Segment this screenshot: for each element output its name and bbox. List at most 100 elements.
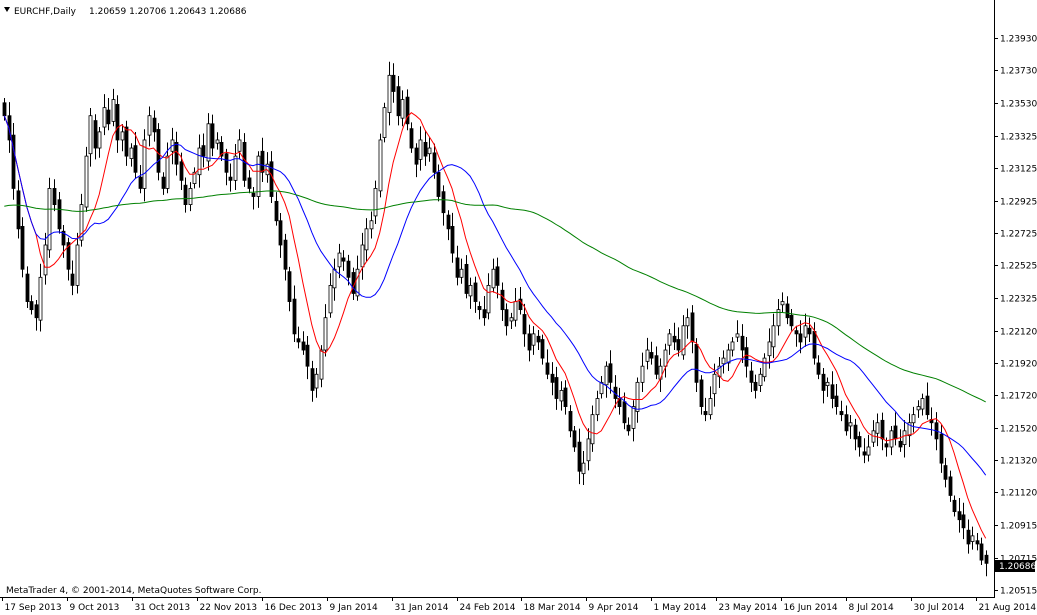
candle-body xyxy=(414,147,419,165)
candle-body xyxy=(427,147,432,155)
candle-body xyxy=(568,411,573,432)
time-tick-label: 21 Aug 2014 xyxy=(979,603,1037,613)
candle-body xyxy=(721,357,726,365)
candle-body xyxy=(631,406,636,429)
candle-body xyxy=(29,301,34,311)
candle-body xyxy=(491,268,496,289)
candle-body xyxy=(188,188,193,206)
time-tick-label: 16 Dec 2013 xyxy=(265,603,323,613)
candle-body xyxy=(332,268,337,289)
candle-body xyxy=(527,333,532,351)
candle-body xyxy=(961,514,966,529)
candle-body xyxy=(749,370,754,383)
candle-body xyxy=(391,74,396,92)
price-chart[interactable]: 1.23930 1.23730 1.23530 1.23325 1.23125 1.229… xyxy=(0,0,1037,615)
price-tick-label: 1.23325 xyxy=(1000,133,1037,143)
candle-body xyxy=(667,333,672,346)
candle-body xyxy=(283,239,288,270)
candle-body xyxy=(550,373,555,383)
candle-body xyxy=(513,301,518,321)
candle-body xyxy=(70,273,75,286)
time-tick-label: 9 Oct 2013 xyxy=(70,603,120,613)
candle-body xyxy=(640,365,645,383)
candle-body xyxy=(902,430,907,445)
time-tick-label: 16 Jun 2014 xyxy=(784,603,838,613)
candle-body xyxy=(206,123,211,162)
candle-body xyxy=(57,199,62,230)
time-tick-label: 24 Feb 2014 xyxy=(460,603,516,613)
candle-body xyxy=(789,314,794,327)
candle-body xyxy=(292,298,297,335)
candle-body xyxy=(875,422,880,434)
candle-body xyxy=(432,152,437,173)
candle-body xyxy=(120,131,125,141)
candle-body xyxy=(825,381,830,386)
candle-body xyxy=(446,214,451,230)
candle-body xyxy=(531,333,536,346)
candle-body xyxy=(97,131,102,149)
candle-body xyxy=(274,200,279,222)
candle-body xyxy=(228,176,233,181)
candle-body xyxy=(436,171,441,197)
time-tick-label: 22 Nov 2013 xyxy=(200,603,258,613)
candle-body xyxy=(111,99,116,122)
candle-body xyxy=(948,476,953,496)
candle-body xyxy=(758,373,763,386)
candle-body xyxy=(310,368,315,391)
candle-body xyxy=(522,314,527,335)
candle-body xyxy=(495,266,500,286)
candle-body xyxy=(387,74,392,113)
candle-body xyxy=(152,117,157,133)
candle-body xyxy=(20,226,25,270)
candle-body xyxy=(102,107,107,128)
candle-body xyxy=(129,147,134,159)
candle-body xyxy=(622,401,627,424)
candle-body xyxy=(341,257,346,262)
candle-body xyxy=(346,260,351,278)
price-tick-label: 1.23930 xyxy=(1000,35,1037,45)
candle-body xyxy=(645,349,650,362)
price-tick-label: 1.23125 xyxy=(1000,165,1037,175)
candle-body xyxy=(224,153,229,173)
candle-body xyxy=(581,462,586,475)
copyright-label: MetaTrader 4, © 2001-2014, MetaQuotes So… xyxy=(6,586,262,596)
candle-body xyxy=(369,220,374,230)
candle-body xyxy=(378,139,383,192)
candle-body xyxy=(694,343,699,383)
candle-body xyxy=(816,362,821,375)
candle-body xyxy=(735,333,740,338)
candle-body xyxy=(201,145,206,157)
price-tick-label: 1.21720 xyxy=(1000,392,1037,402)
candle-body xyxy=(649,352,654,359)
candle-body xyxy=(509,317,514,322)
time-tick-label: 23 May 2014 xyxy=(719,603,778,613)
candle-body xyxy=(857,436,862,448)
price-tick-label: 1.22525 xyxy=(1000,262,1037,272)
candle-body xyxy=(970,535,975,542)
price-tick-label: 1.21320 xyxy=(1000,457,1037,467)
candle-body xyxy=(862,451,867,456)
candle-body xyxy=(210,123,215,149)
candle-body xyxy=(672,335,677,343)
candle-body xyxy=(75,244,80,286)
price-tick-label: 1.21920 xyxy=(1000,360,1037,370)
candle-body xyxy=(477,306,482,311)
candle-body xyxy=(301,341,306,351)
candle-body xyxy=(595,398,600,416)
candle-body xyxy=(834,395,839,407)
candle-body xyxy=(323,317,328,351)
candle-body xyxy=(880,419,885,440)
candle-body xyxy=(730,341,735,351)
candle-body xyxy=(165,155,170,189)
ohlc-label: 1.20659 1.20706 1.20643 1.20686 xyxy=(89,7,247,17)
candle-body xyxy=(396,86,401,117)
candle-body xyxy=(337,252,342,268)
candle-body xyxy=(952,499,957,513)
candle-body xyxy=(233,155,238,181)
candle-body xyxy=(699,379,704,407)
candle-body xyxy=(540,339,545,359)
candle-body xyxy=(911,414,916,424)
candle-body xyxy=(635,381,640,412)
candle-body xyxy=(473,282,478,302)
candle-body xyxy=(38,276,43,321)
